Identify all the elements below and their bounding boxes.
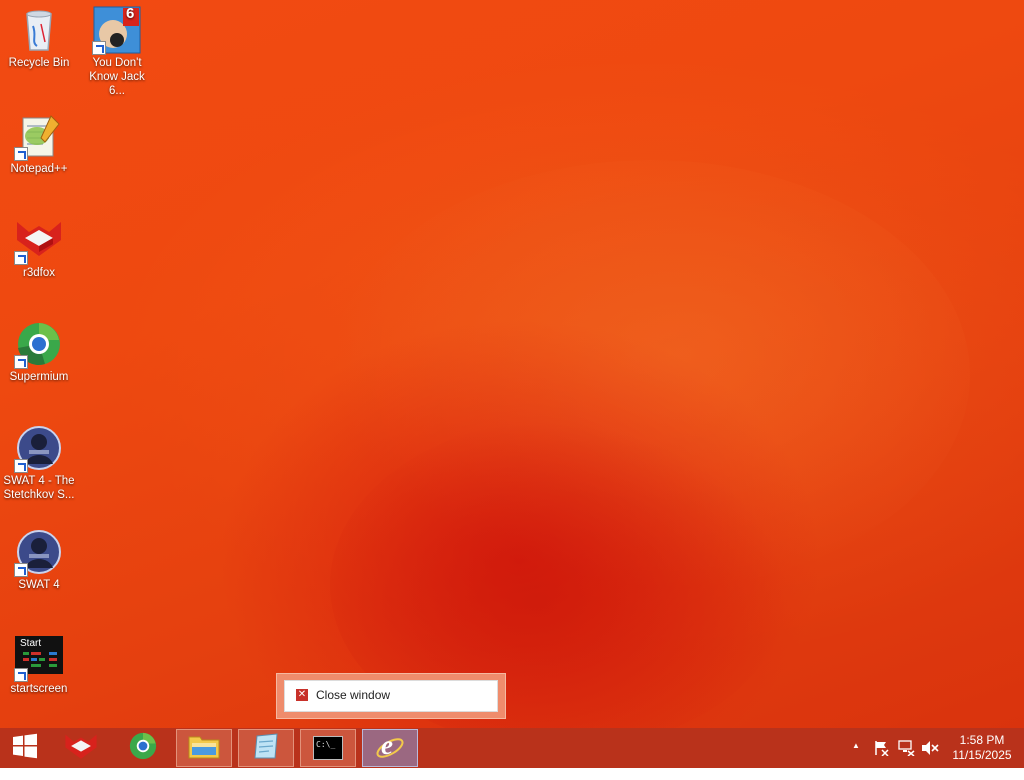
desktop-icon-r3dfox[interactable]: r3dfox (0, 216, 78, 280)
taskbar-button-supermium[interactable] (115, 729, 171, 767)
desktop-icon-label: You Don't Know Jack 6... (89, 57, 145, 97)
shortcut-arrow-icon (14, 147, 28, 161)
desktop-icon-label: Recycle Bin (8, 57, 70, 69)
shortcut-arrow-icon (92, 41, 106, 55)
command-prompt-glyph: C:\_ (316, 740, 336, 749)
action-center-flag-icon[interactable] (873, 740, 889, 780)
desktop-icon-swat4[interactable]: SWAT 4 (0, 528, 78, 592)
clock[interactable]: 1:58 PM 11/15/2025 (944, 728, 1020, 768)
desktop-icon-label: r3dfox (23, 267, 55, 279)
shortcut-arrow-icon (14, 355, 28, 369)
shortcut-arrow-icon (14, 563, 28, 577)
command-prompt-icon: C:\_ (313, 736, 343, 760)
wallpaper-swirl-outer (330, 160, 970, 590)
r3dfox-icon (14, 216, 63, 265)
game-badge-number: 6 (126, 5, 135, 22)
recycle-bin-icon (15, 6, 63, 54)
taskbar-button-r3dfox[interactable] (53, 729, 109, 767)
supermium-icon (128, 731, 158, 765)
start-button[interactable] (0, 729, 50, 767)
swat4-icon (14, 424, 63, 473)
network-icon[interactable] (897, 740, 915, 780)
taskbar-button-file-explorer[interactable] (176, 729, 232, 767)
desktop-icon-label: SWAT 4 - The Stetchkov S... (3, 475, 75, 501)
close-window-label: Close window (316, 688, 391, 702)
desktop-background[interactable]: Recycle Bin 6 You Don't Know Jack 6... N… (0, 0, 1024, 728)
clock-time: 1:58 PM (959, 733, 1005, 747)
shortcut-arrow-icon (14, 459, 28, 473)
notepad-icon (251, 732, 281, 764)
startscreen-icon: Start (14, 636, 63, 682)
clock-date: 11/15/2025 (952, 748, 1012, 762)
taskbar-button-command-prompt[interactable]: C:\_ (300, 729, 356, 767)
desktop-icon-label: startscreen (10, 683, 68, 695)
shortcut-arrow-icon (14, 251, 28, 265)
close-icon: ✕ (296, 689, 308, 701)
notepad-plus-plus-icon (14, 112, 63, 161)
desktop-icon-you-dont-know-jack[interactable]: 6 You Don't Know Jack 6... (78, 6, 156, 98)
desktop-icon-label: Supermium (9, 371, 69, 383)
desktop-icon-swat4-stetchkov[interactable]: SWAT 4 - The Stetchkov S... (0, 424, 78, 502)
file-explorer-icon (188, 732, 220, 764)
desktop-icon-supermium[interactable]: Supermium (0, 320, 78, 384)
r3dfox-icon (64, 731, 98, 765)
desktop-icon-startscreen[interactable]: Start startscreen (0, 632, 78, 696)
you-dont-know-jack-icon: 6 (92, 5, 141, 55)
tray-overflow-button[interactable]: ▲ (852, 741, 860, 755)
internet-explorer-glyph: e (381, 730, 393, 760)
supermium-icon (14, 320, 63, 369)
volume-muted-icon[interactable] (921, 740, 939, 780)
taskbar-button-internet-explorer[interactable]: e (362, 729, 418, 767)
desktop-icon-notepad-plus-plus[interactable]: Notepad++ (0, 112, 78, 176)
taskbar-button-notepad[interactable] (238, 729, 294, 767)
windows-start-icon (12, 733, 38, 763)
desktop-icon-recycle-bin[interactable]: Recycle Bin (0, 6, 78, 70)
taskbar: C:\_ e ▲ 1:58 PM 11/15/2025 (0, 728, 1024, 768)
desktop-icon-label: Notepad++ (10, 163, 68, 175)
desktop-icon-label: SWAT 4 (18, 579, 60, 591)
close-window-menu-item[interactable]: ✕ Close window (284, 680, 498, 712)
jump-list-popup: ✕ Close window (276, 673, 506, 719)
swat4-icon (14, 528, 63, 577)
internet-explorer-icon: e (375, 730, 405, 763)
shortcut-arrow-icon (14, 668, 28, 682)
